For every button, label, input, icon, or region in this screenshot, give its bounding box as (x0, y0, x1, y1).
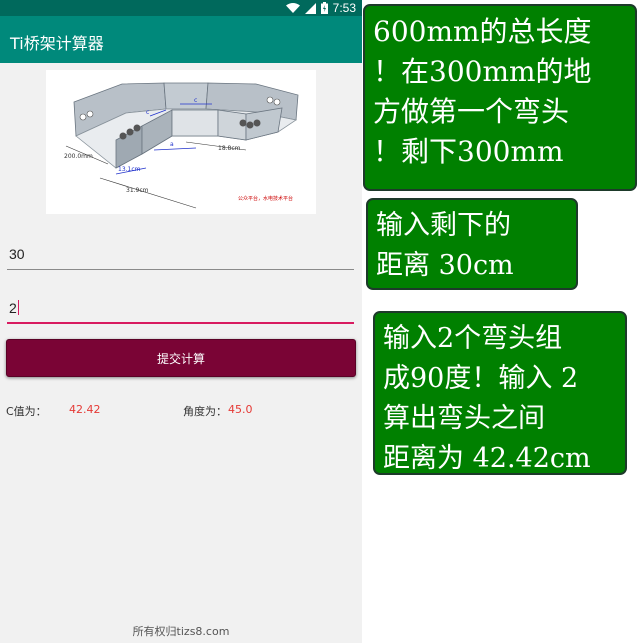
annotation-note-elbows: 输入2个弯头组 成90度！输入 2 算出弯头之间 距离为 42.42cm (373, 311, 627, 475)
note-line: 算出弯头之间 (383, 403, 545, 434)
note-line: 距离为 42.42cm (383, 443, 591, 474)
elbow-count-field[interactable]: 2 (7, 296, 354, 324)
distance-field-underline (7, 269, 354, 270)
annotation-note-remaining: 输入剩下的 距离 30cm (366, 198, 578, 290)
app-title: Ti桥架计算器 (10, 34, 104, 53)
distance-field[interactable]: 30 (7, 242, 354, 270)
elbow-count-value: 2 (9, 300, 17, 316)
text-caret (17, 300, 19, 315)
battery-icon (320, 2, 328, 14)
note-line: 600mm的总长度 (373, 15, 592, 48)
wifi-icon (285, 2, 300, 13)
angle-label: 角度为： (183, 405, 227, 418)
cable-tray-illustration: 200.0mm 13.1cm 31.9cm 18.8cm c c a 公众平台，… (64, 82, 299, 209)
status-icons: 7:53 (285, 1, 356, 15)
phone-screen: 7:53 Ti桥架计算器 200.0mm 13.1cm 31.9cm 18.8c… (0, 0, 362, 643)
label-c-top: c (194, 97, 197, 104)
elbow-count-field-underline (7, 322, 354, 324)
app-bar: Ti桥架计算器 (0, 16, 362, 63)
dimension-19cm: 18.8cm (218, 145, 241, 152)
note-line: 输入2个弯头组 (383, 323, 563, 354)
annotation-note-total-length: 600mm的总长度 ！在300mm的地 方做第一个弯头 ！剩下300mm (363, 4, 637, 191)
submit-button[interactable]: 提交计算 (6, 339, 356, 377)
status-bar: 7:53 (0, 0, 362, 16)
cable-tray-diagram: 200.0mm 13.1cm 31.9cm 18.8cm c c a 公众平台，… (46, 70, 316, 214)
distance-value: 30 (9, 246, 25, 262)
note-line: ！剩下300mm (373, 135, 564, 168)
status-time: 7:53 (332, 1, 356, 15)
note-line: 成90度！输入 2 (383, 363, 579, 394)
dimension-200mm: 200.0mm (64, 153, 93, 160)
note-line: 输入剩下的 (376, 210, 511, 241)
label-a: a (170, 141, 174, 148)
note-line: ！在300mm的地 (373, 55, 592, 88)
screenshot: 7:53 Ti桥架计算器 200.0mm 13.1cm 31.9cm 18.8c… (0, 0, 640, 643)
angle-value: 45.0 (228, 403, 253, 416)
signal-icon (304, 2, 316, 14)
dimension-32cm: 31.9cm (126, 187, 149, 194)
diagram-watermark: 公众平台，水电技术平台 (238, 195, 293, 202)
label-c-left: c (146, 109, 149, 116)
footer-copyright: 所有权归tizs8.com (132, 625, 230, 638)
c-value: 42.42 (69, 403, 101, 416)
note-line: 距离 30cm (376, 250, 514, 281)
dimension-13cm: 13.1cm (118, 166, 141, 173)
c-value-label: C值为： (6, 405, 47, 418)
note-line: 方做第一个弯头 (373, 95, 570, 128)
